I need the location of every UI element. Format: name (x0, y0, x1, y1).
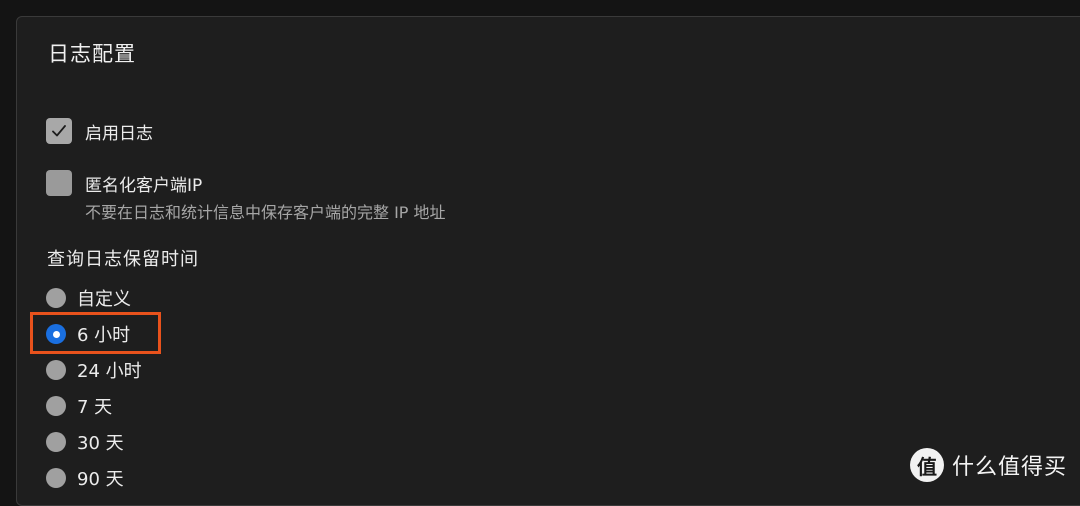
radio-button[interactable] (46, 360, 66, 380)
radio-button[interactable] (46, 468, 66, 488)
anonymize-ip-checkbox[interactable] (46, 170, 72, 196)
retention-option-30d[interactable]: 30 天 (46, 429, 124, 455)
enable-log-label: 启用日志 (85, 123, 153, 144)
anonymize-ip-label: 匿名化客户端IP (85, 175, 203, 196)
retention-section-label: 查询日志保留时间 (47, 249, 199, 270)
watermark-text: 什么值得买 (952, 455, 1068, 480)
checkmark-icon (52, 125, 66, 137)
page-title: 日志配置 (48, 42, 136, 66)
annotation-highlight-box (30, 312, 161, 354)
radio-button[interactable] (46, 396, 66, 416)
radio-button[interactable] (46, 432, 66, 452)
retention-option-90d[interactable]: 90 天 (46, 465, 124, 491)
retention-option-custom[interactable]: 自定义 (46, 285, 131, 311)
enable-log-checkbox[interactable] (46, 118, 72, 144)
retention-option-24h[interactable]: 24 小时 (46, 357, 142, 383)
retention-option-label: 30 天 (77, 433, 124, 454)
enable-log-checkbox-row[interactable]: 启用日志 (46, 118, 153, 144)
retention-option-7d[interactable]: 7 天 (46, 393, 112, 419)
anonymize-ip-checkbox-row[interactable]: 匿名化客户端IP (46, 170, 202, 196)
retention-option-label: 7 天 (77, 397, 113, 418)
retention-option-label: 24 小时 (77, 361, 142, 382)
retention-option-label: 自定义 (77, 289, 131, 310)
radio-button[interactable] (46, 288, 66, 308)
retention-option-label: 90 天 (77, 469, 124, 490)
watermark: 值 什么值得买 (910, 448, 1067, 482)
anonymize-ip-hint: 不要在日志和统计信息中保存客户端的完整 IP 地址 (85, 203, 446, 222)
zhidemai-logo-icon: 值 (910, 448, 944, 482)
